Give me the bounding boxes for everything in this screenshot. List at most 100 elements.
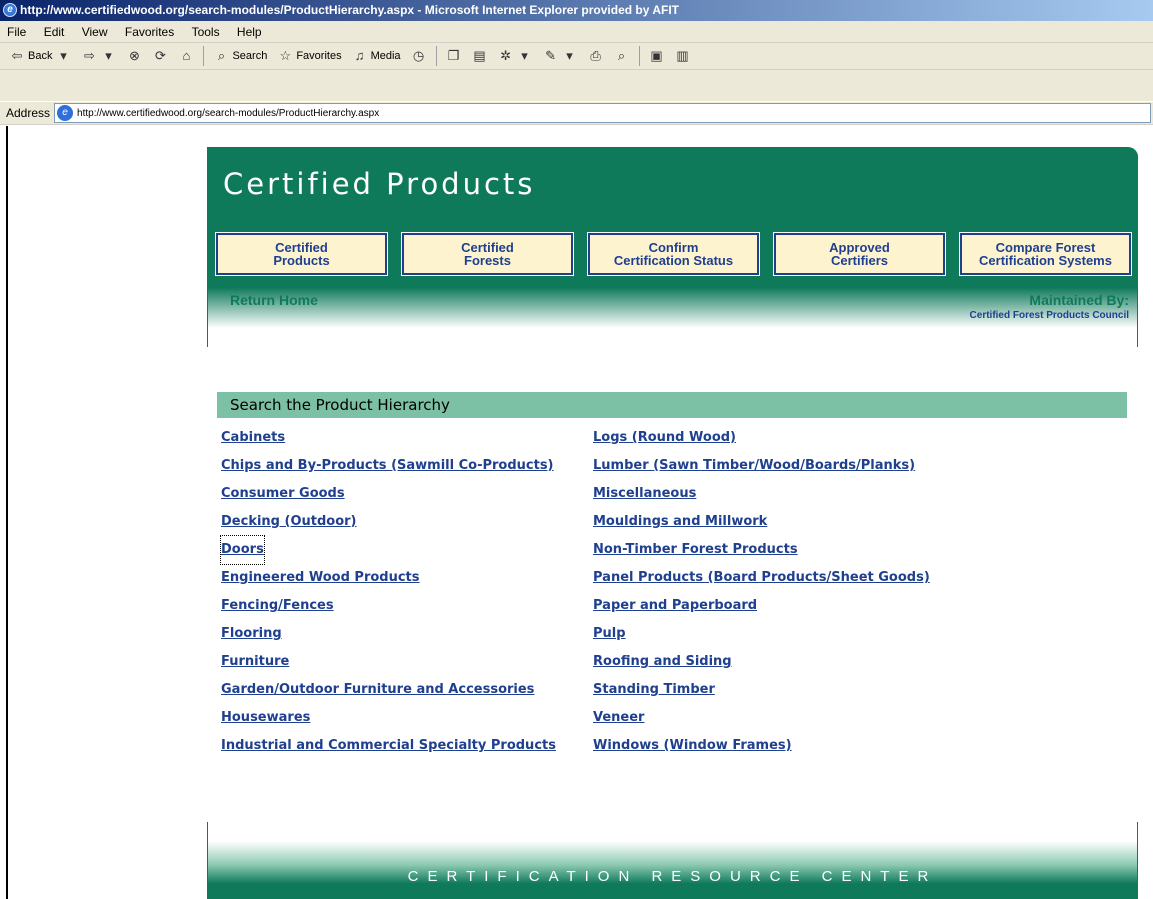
category-link[interactable]: Cabinets [221, 424, 556, 452]
menu-view[interactable]: View [75, 21, 115, 43]
category-list-left: Cabinets Chips and By-Products (Sawmill … [220, 424, 556, 760]
translate-icon: ✲ [500, 48, 511, 63]
print-icon: ⎙ [590, 48, 601, 63]
favorites-label: Favorites [296, 50, 342, 62]
category-link[interactable]: Flooring [221, 620, 556, 648]
category-link[interactable]: Furniture [221, 648, 556, 676]
page-icon: e [57, 105, 74, 121]
category-link[interactable]: Non-Timber Forest Products [593, 536, 930, 564]
maintained-by: Maintained By: Certified Forest Products… [970, 292, 1129, 321]
category-link[interactable]: Housewares [221, 704, 556, 732]
panel-left-edge [207, 147, 208, 347]
paste-icon: ▤ [473, 48, 486, 63]
print-preview-button[interactable]: ⌕ [609, 45, 635, 67]
page-left-border [6, 126, 8, 899]
nav-approved-certifiers[interactable]: Approved Certifiers [773, 232, 946, 276]
maintained-by-label: Maintained By: [1029, 292, 1129, 308]
footer-title: CERTIFICATION RESOURCE CENTER [407, 868, 938, 885]
menu-edit[interactable]: Edit [37, 21, 72, 43]
category-link[interactable]: Fencing/Fences [221, 592, 556, 620]
edit-page-icon: ✎ [545, 48, 556, 63]
favorites-button[interactable]: ☆ Favorites [272, 45, 346, 67]
toolbar-separator [203, 46, 205, 66]
translate-button[interactable]: ✲ ▾ [493, 45, 538, 67]
back-label: Back [28, 50, 53, 62]
address-input[interactable]: e http://www.certifiedwood.org/search-mo… [54, 103, 1151, 123]
home-button[interactable]: ⌂ [173, 45, 199, 67]
history-button[interactable]: ◷ [406, 45, 432, 67]
search-icon: ⌕ [217, 48, 226, 63]
panel-right-edge [1137, 147, 1138, 347]
refresh-button[interactable]: ⟳ [147, 45, 173, 67]
search-label: Search [232, 50, 268, 62]
category-link[interactable]: Chips and By-Products (Sawmill Co-Produc… [221, 452, 556, 480]
menu-favorites[interactable]: Favorites [118, 21, 181, 43]
category-link[interactable]: Consumer Goods [221, 480, 556, 508]
toolbar-separator [435, 46, 437, 66]
category-link[interactable]: Mouldings and Millwork [593, 508, 930, 536]
stop-icon: ⊗ [129, 48, 140, 63]
chevron-down-icon: ▾ [566, 48, 573, 63]
nav-certified-forests[interactable]: Certified Forests [401, 232, 574, 276]
window-title: http://www.certifiedwood.org/search-modu… [20, 3, 679, 17]
copy-icon: ❐ [447, 48, 460, 63]
maintained-by-link[interactable]: Certified Forest Products Council [970, 310, 1129, 321]
standard-buttons: ⇦ Back ▾ ⇨ ▾ ⊗ ⟳ ⌂ ⌕ Search ☆ Favorites … [0, 43, 1153, 70]
chevron-down-icon: ▾ [105, 48, 112, 63]
media-label: Media [370, 50, 401, 62]
forward-button[interactable]: ⇨ ▾ [76, 45, 121, 67]
category-link[interactable]: Paper and Paperboard [593, 592, 930, 620]
category-link[interactable]: Garden/Outdoor Furniture and Accessories [221, 676, 556, 704]
chevron-down-icon: ▾ [60, 48, 67, 63]
category-link[interactable]: Windows (Window Frames) [593, 732, 930, 760]
refresh-icon: ⟳ [155, 48, 166, 63]
footer-right-edge [1137, 822, 1138, 882]
category-link[interactable]: Doors [220, 535, 265, 565]
browser-toolbar: ⇦ Back ▾ ⇨ ▾ ⊗ ⟳ ⌂ ⌕ Search ☆ Favorites … [0, 43, 1153, 125]
footer-banner: CERTIFICATION RESOURCE CENTER [207, 822, 1138, 899]
copy-button[interactable]: ❐ [441, 45, 467, 67]
category-link[interactable]: Engineered Wood Products [221, 564, 556, 592]
category-link[interactable]: Lumber (Sawn Timber/Wood/Boards/Planks) [593, 452, 930, 480]
search-button[interactable]: ⌕ Search [208, 45, 272, 67]
category-link[interactable]: Panel Products (Board Products/Sheet Goo… [593, 564, 930, 592]
category-list-right: Logs (Round Wood) Lumber (Sawn Timber/Wo… [593, 424, 930, 760]
print-button[interactable]: ⎙ [583, 45, 609, 67]
menu-tools[interactable]: Tools [185, 21, 227, 43]
back-button[interactable]: ⇦ Back ▾ [4, 45, 76, 67]
category-link[interactable]: Logs (Round Wood) [593, 424, 930, 452]
address-label: Address [6, 106, 51, 120]
return-home-link[interactable]: Return Home [230, 292, 318, 308]
nav-compare-certification-systems[interactable]: Compare Forest Certification Systems [959, 232, 1132, 276]
section-heading: Search the Product Hierarchy [217, 392, 1127, 418]
address-url: http://www.certifiedwood.org/search-modu… [77, 107, 380, 119]
main-nav: Certified Products Certified Forests Con… [215, 232, 1132, 276]
favorites-star-icon: ☆ [279, 48, 292, 63]
discuss-button[interactable]: ▣ [644, 45, 670, 67]
category-link[interactable]: Decking (Outdoor) [221, 508, 556, 536]
category-link[interactable]: Miscellaneous [593, 480, 930, 508]
nav-certified-products[interactable]: Certified Products [215, 232, 388, 276]
window-title-bar: e http://www.certifiedwood.org/search-mo… [0, 0, 1153, 21]
footer-left-edge [207, 822, 208, 882]
category-link[interactable]: Veneer [593, 704, 930, 732]
edit-button[interactable]: ✎ ▾ [538, 45, 583, 67]
nav-confirm-certification-status[interactable]: Confirm Certification Status [587, 232, 760, 276]
category-link[interactable]: Industrial and Commercial Specialty Prod… [221, 732, 556, 760]
address-bar: Address e http://www.certifiedwood.org/s… [0, 101, 1153, 125]
category-link[interactable]: Standing Timber [593, 676, 930, 704]
category-link[interactable]: Roofing and Siding [593, 648, 930, 676]
paste-button[interactable]: ▤ [467, 45, 493, 67]
messenger-button[interactable]: ▥ [670, 45, 696, 67]
home-icon: ⌂ [182, 48, 191, 63]
history-icon: ◷ [412, 48, 425, 63]
document-icon: ▥ [676, 48, 689, 63]
menu-help[interactable]: Help [230, 21, 269, 43]
forward-arrow-icon: ⇨ [84, 48, 95, 63]
header-panel: Certified Products Certified Products Ce… [207, 147, 1138, 360]
category-link[interactable]: Pulp [593, 620, 930, 648]
menu-file[interactable]: File [0, 21, 33, 43]
menu-bar: File Edit View Favorites Tools Help [0, 21, 1153, 43]
media-button[interactable]: ♫ Media [347, 45, 406, 67]
stop-button[interactable]: ⊗ [121, 45, 147, 67]
